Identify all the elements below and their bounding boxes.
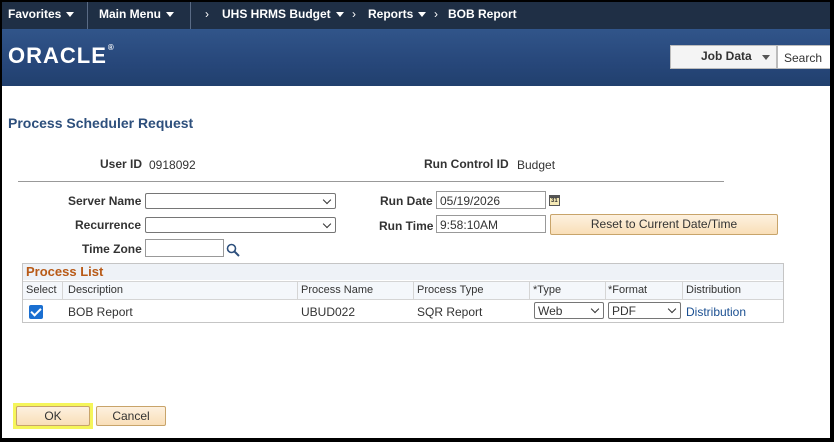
run-time-input[interactable]: 9:58:10AM [436,215,546,233]
chevron-down-icon [418,12,427,18]
chevron-down-icon [66,12,75,18]
brand-bar: ORACLE® Job Data Search [2,29,830,86]
search-scope-label: Job Data [701,49,752,63]
run-date-value: 05/19/2026 [440,194,501,208]
column-header-description: Description [68,284,124,296]
process-list-title: Process List [26,264,104,279]
chevron-down-icon [166,12,174,18]
recurrence-label: Recurrence [75,218,142,232]
run-control-value: Budget [517,158,556,172]
ok-button-highlight: OK [13,403,93,429]
run-control-label: Run Control ID [424,157,509,171]
search-scope-select[interactable]: Job Data [670,45,777,69]
column-header-select: Select [26,284,57,296]
column-divider [62,282,63,299]
nav-divider [190,2,191,29]
top-nav: Favorites Main Menu › UHS HRMS Budget › … [2,2,830,29]
distribution-link[interactable]: Distribution [686,305,746,319]
search-button-label: Search [784,51,823,65]
format-select[interactable]: PDF [608,302,681,319]
row-process-name: UBUD022 [301,305,356,319]
ok-button[interactable]: OK [16,406,90,426]
time-zone-label: Time Zone [82,242,142,256]
search-input[interactable]: Search [777,45,830,69]
time-zone-input[interactable] [145,239,224,257]
breadcrumb-reports[interactable]: Reports [368,7,427,21]
favorites-label: Favorites [8,7,62,21]
lookup-icon[interactable] [226,243,240,257]
select-checkbox[interactable] [29,305,43,319]
calendar-glyph: 31 [551,198,558,204]
app-window: Favorites Main Menu › UHS HRMS Budget › … [2,2,830,438]
reset-date-time-button[interactable]: Reset to Current Date/Time [550,214,778,235]
chevron-down-icon [322,195,332,205]
logo-mark: ® [107,43,115,52]
calendar-icon[interactable]: 31 [549,195,560,206]
cancel-button[interactable]: Cancel [96,406,166,426]
favorites-menu[interactable]: Favorites [8,7,75,21]
breadcrumb-label: Reports [368,7,414,21]
chevron-down-icon [590,304,600,314]
type-value: Web [538,304,563,318]
nav-divider [87,2,88,29]
breadcrumb-separator-icon: › [352,7,356,21]
process-list-header: Process List [23,264,783,280]
column-divider [682,282,683,299]
user-id-value: 0918092 [149,158,196,172]
breadcrumb-label: UHS HRMS Budget [222,7,331,21]
breadcrumb-separator-icon: › [205,7,209,21]
column-header-distribution: Distribution [686,284,742,296]
process-list-column-headers: Select Description Process Name Process … [23,281,783,300]
recurrence-select[interactable] [145,217,336,233]
divider [18,181,724,182]
oracle-logo: ORACLE® [8,43,115,69]
column-header-process-type: Process Type [417,284,484,296]
user-id-label: User ID [100,157,143,171]
server-name-label: Server Name [68,194,142,208]
breadcrumb-label: BOB Report [448,7,517,21]
main-menu-label: Main Menu [99,7,161,21]
main-menu[interactable]: Main Menu [99,7,174,21]
row-description: BOB Report [68,305,133,319]
breadcrumb-bob-report[interactable]: BOB Report [448,7,517,21]
column-divider [529,282,530,299]
process-list-grid: Process List Select Description Process … [22,263,784,323]
logo-text: ORACLE [8,43,107,68]
column-header-process-name: Process Name [301,284,374,296]
chevron-down-icon [322,219,332,229]
run-time-label: Run Time [379,219,434,233]
row-process-type: SQR Report [417,305,483,319]
type-select[interactable]: Web [534,302,604,319]
page-title: Process Scheduler Request [8,115,194,131]
run-date-label: Run Date [380,194,433,208]
format-value: PDF [612,304,636,318]
server-name-select[interactable] [145,193,336,209]
run-date-input[interactable]: 05/19/2026 [436,191,546,209]
chevron-down-icon [335,12,344,18]
column-header-format: *Format [608,284,648,296]
breadcrumb-uhs-hrms-budget[interactable]: UHS HRMS Budget [222,7,344,21]
column-divider [297,282,298,299]
column-divider [605,282,606,299]
chevron-down-icon [667,304,677,314]
column-divider [413,282,414,299]
run-time-value: 9:58:10AM [440,218,499,232]
column-header-type: *Type [533,284,562,296]
breadcrumb-separator-icon: › [434,7,438,21]
chevron-down-icon [762,55,770,60]
